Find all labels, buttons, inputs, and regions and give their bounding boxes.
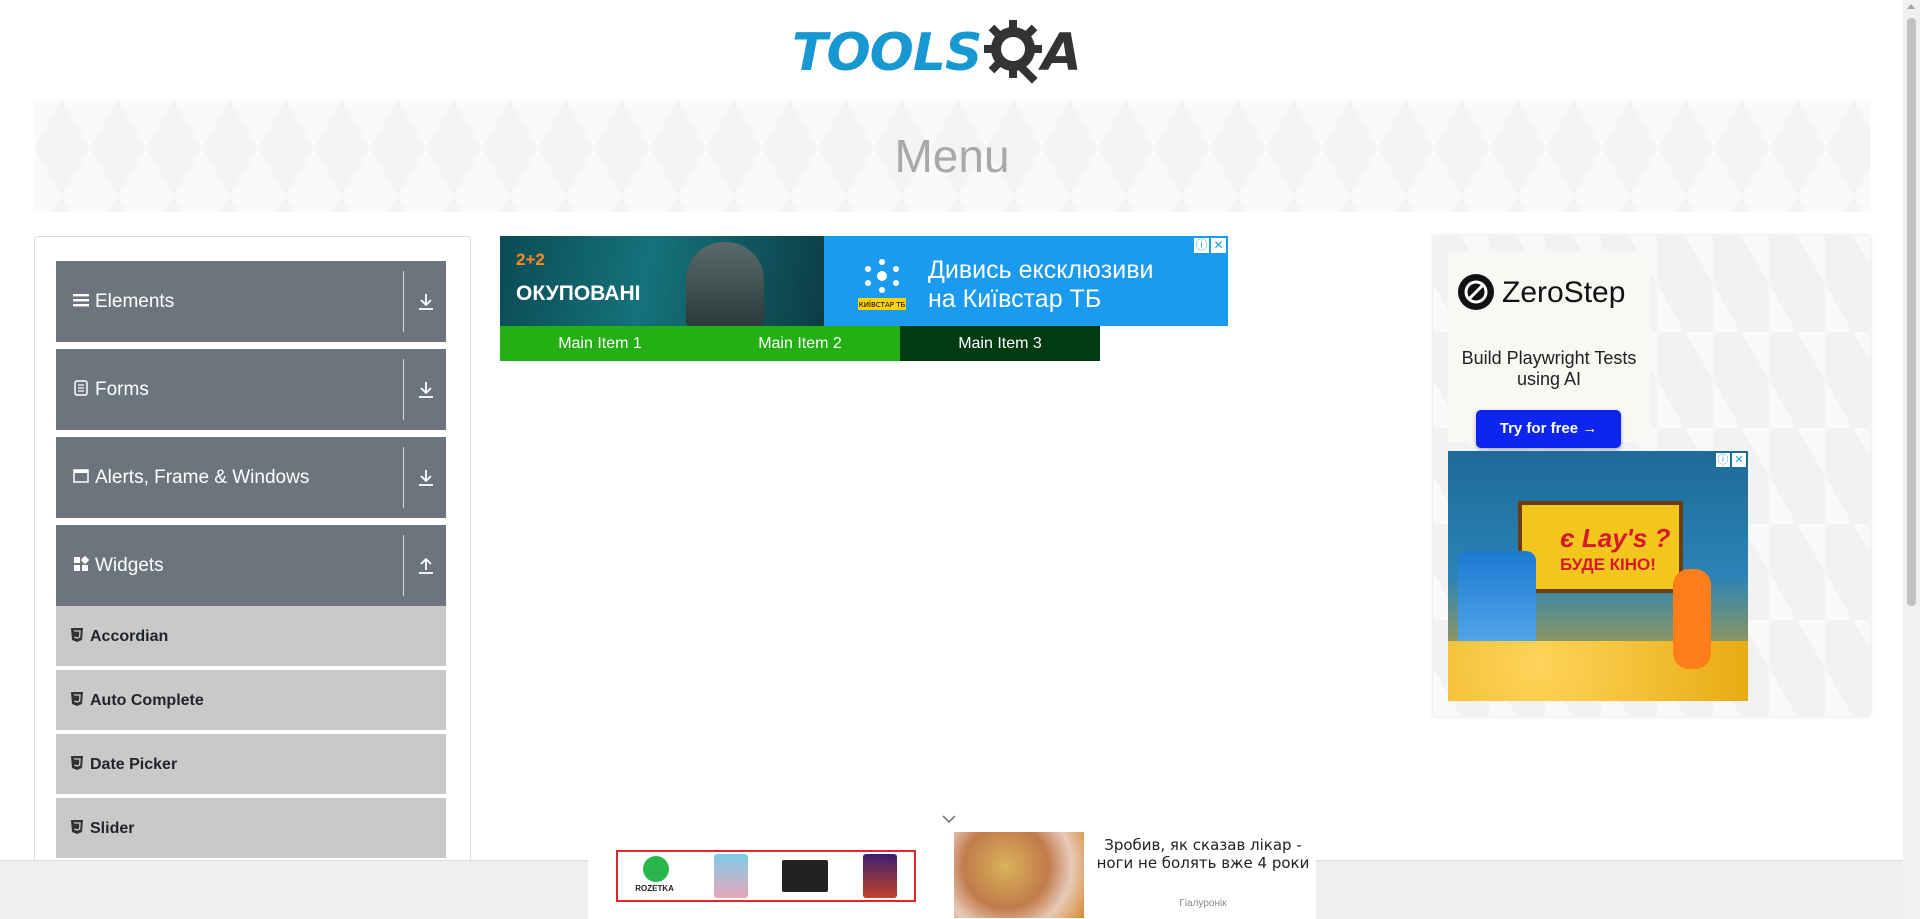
news-ad-text: Зробив, як сказав лікар - ноги не болять… [1096, 836, 1310, 872]
document-icon [73, 380, 89, 396]
sidebar-item-label: Slider [90, 820, 135, 837]
page-banner: Menu [34, 100, 1870, 212]
news-ad-source: Гіалуронік [1179, 898, 1227, 909]
sidebar-group-label: Widgets [95, 555, 164, 576]
sidebar-item-slider[interactable]: Slider [56, 798, 446, 860]
group-divider [403, 535, 404, 596]
zerostep-logo-icon [1458, 274, 1494, 310]
nav-main-item-2[interactable]: Main Item 2 [700, 326, 900, 361]
native-news-ad[interactable]: Зробив, як сказав лікар - ноги не болять… [954, 832, 1314, 918]
sidebar-group-alerts[interactable]: Alerts, Frame & Windows [56, 437, 446, 518]
html5-icon [71, 692, 83, 706]
ad-close-icon[interactable]: ✕ [1732, 453, 1746, 467]
zerostep-name: ZeroStep [1502, 276, 1626, 309]
toolsqa-logo[interactable]: TOOLS A [792, 16, 1116, 90]
sidebar-group-label: Elements [95, 291, 175, 312]
rozetka-ad[interactable]: ROZETKA [616, 850, 916, 902]
ad-headline-line2: на Київстар ТБ [928, 285, 1102, 313]
try-for-free-button[interactable]: Try for free → [1476, 410, 1621, 448]
phone-product-image [713, 854, 748, 898]
sidebar-group-widgets[interactable]: Widgets [56, 525, 446, 606]
top-ad-banner[interactable]: 2+2 ОКУПОВАНІ КИЇВСТАР ТБ Дивись ексклюз… [500, 236, 1228, 326]
lays-brand-text: є Lay's ? [1560, 523, 1671, 553]
sidebar-group-label: Alerts, Frame & Windows [95, 467, 310, 488]
bottom-sticky-ad[interactable]: ROZETKA Зробив, як сказав лікар - ноги н… [588, 830, 1316, 919]
sidebar-group-label: Forms [95, 379, 149, 400]
sidebar-group-elements[interactable]: Elements [56, 261, 446, 342]
sidebar-item-label: Date Picker [90, 756, 178, 773]
html5-icon [71, 820, 83, 834]
group-divider [403, 447, 404, 508]
group-divider [403, 271, 404, 332]
main-nav: Main Item 1 Main Item 2 Main Item 3 [500, 326, 1100, 361]
sidebar-item-accordian[interactable]: Accordian [56, 606, 446, 668]
html5-icon [71, 628, 83, 642]
news-ad-image [954, 832, 1084, 918]
right-ad-column: ZeroStep Build Playwright Tests using AI… [1433, 236, 1870, 716]
left-sidebar: Elements Forms Alerts, Frame & Windows W… [34, 236, 471, 919]
scrollbar-thumb[interactable] [1907, 18, 1916, 606]
sidebar-item-date-picker[interactable]: Date Picker [56, 734, 446, 796]
ad-show-panel: 2+2 ОКУПОВАНІ [500, 236, 824, 326]
rozetka-smiley-icon [643, 856, 670, 882]
lays-tagline: БУДЕ КІНО! [1560, 555, 1656, 574]
ad-headline-line1: Дивись ексклюзиви [928, 256, 1154, 284]
ad-close-icon[interactable]: ✕ [1211, 238, 1226, 253]
sidebar-item-label: Auto Complete [90, 692, 204, 709]
html5-icon [71, 756, 83, 770]
sidebar-item-auto-complete[interactable]: Auto Complete [56, 670, 446, 732]
ad-person-image [686, 242, 764, 326]
window-icon [73, 468, 89, 484]
ad-channel-label: 2+2 [516, 250, 545, 269]
gear-magnifier-icon [983, 16, 1045, 91]
rozetka-logo: ROZETKA [635, 854, 679, 898]
ad-info-icon[interactable]: ⓘ [1194, 238, 1209, 253]
sidebar-group-forms[interactable]: Forms [56, 349, 446, 430]
ad-brand-label: КИЇВСТАР ТБ [859, 300, 906, 309]
lays-ad[interactable]: є Lay's ? БУДЕ КІНО! ⓘ ✕ [1448, 451, 1748, 701]
group-divider [403, 359, 404, 420]
widgets-grid-icon [73, 555, 90, 572]
download-icon[interactable] [416, 291, 436, 313]
page-title: Menu [894, 130, 1010, 182]
nav-main-item-3[interactable]: Main Item 3 [900, 326, 1100, 361]
ad-info-icon[interactable]: ⓘ [1716, 453, 1730, 467]
logo-suffix: A [1041, 23, 1082, 83]
rozetka-label: ROZETKA [635, 884, 674, 893]
remote-control-image [1673, 569, 1711, 669]
zerostep-ad[interactable]: ZeroStep Build Playwright Tests using AI… [1448, 252, 1650, 448]
game-product-image [862, 854, 897, 898]
ad-controls: ⓘ ✕ [1194, 238, 1226, 253]
page-scrollbar[interactable] [1903, 0, 1920, 919]
menu-lines-icon [73, 292, 89, 308]
download-icon[interactable] [416, 467, 436, 489]
chevron-down-icon[interactable] [940, 812, 958, 826]
monitor-product-image [782, 860, 829, 892]
upload-icon[interactable] [416, 555, 436, 577]
nav-main-item-1[interactable]: Main Item 1 [500, 326, 700, 361]
download-icon[interactable] [416, 379, 436, 401]
sidebar-item-label: Accordian [90, 628, 169, 645]
kyivstar-logo-icon: КИЇВСТАР ТБ [854, 252, 910, 312]
ad-show-title: ОКУПОВАНІ [516, 282, 641, 305]
ad-controls: ⓘ ✕ [1716, 453, 1746, 467]
zerostep-tagline: Build Playwright Tests using AI [1461, 348, 1637, 389]
logo-text: TOOLS [792, 23, 982, 83]
ad-headline: Дивись ексклюзиви на Київстар ТБ [928, 256, 1153, 314]
ad-kyivstar-panel: КИЇВСТАР ТБ Дивись ексклюзиви на Київста… [824, 236, 1228, 326]
scroll-up-arrow-icon[interactable] [1907, 4, 1915, 9]
